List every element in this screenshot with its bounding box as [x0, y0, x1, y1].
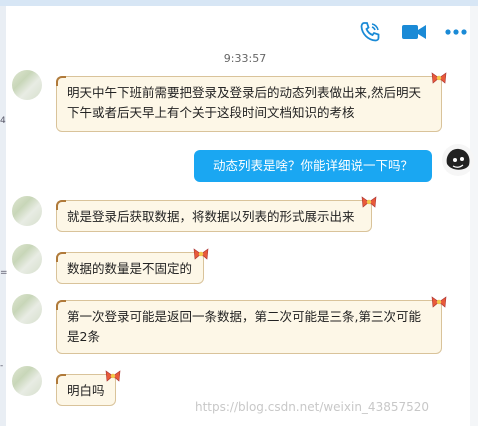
right-scroll-track[interactable] [470, 6, 478, 426]
sent-message-bubble[interactable]: 动态列表是啥？你能详细说一下吗？ [194, 150, 432, 182]
bubble-corner-decoration [56, 252, 66, 262]
message-bubble[interactable]: 第一次登录可能是返回一条数据，第二次可能是三条,第三次可能是2条 [56, 296, 447, 354]
message-text: 第一次登录可能是返回一条数据，第二次可能是三条,第三次可能是2条 [67, 309, 421, 344]
left-edge-panel: 4 = - [0, 6, 8, 426]
bubble-corner-decoration [56, 374, 66, 384]
bubble-corner-decoration [56, 76, 66, 86]
message-bubble[interactable]: 数据的数量是不固定的 [56, 248, 209, 284]
avatar[interactable] [12, 366, 42, 396]
avatar[interactable] [12, 294, 42, 324]
message-bubble[interactable]: 就是登录后获取数据，将数据以列表的形式展示出来 [56, 196, 377, 232]
message-timestamp: 9:33:57 [223, 52, 267, 65]
message-text: 数据的数量是不固定的 [67, 261, 193, 276]
bubble-corner-decoration [56, 300, 66, 310]
avatar[interactable] [12, 70, 42, 100]
window-top-strip [0, 0, 478, 6]
bow-icon [193, 248, 209, 260]
avatar[interactable] [12, 196, 42, 226]
bow-icon [361, 196, 377, 208]
watermark-text: https://blog.csdn.net/weixin_43857520 [195, 400, 430, 414]
edge-mark: - [0, 361, 4, 371]
message-text: 就是登录后获取数据，将数据以列表的形式展示出来 [67, 209, 355, 224]
bubble-corner-decoration [56, 200, 66, 210]
avatar[interactable] [12, 244, 42, 274]
bow-icon [431, 296, 447, 308]
message-text: 明天中午下班前需要把登录及登录后的动态列表做出来,然后明天下午或者后天早上有个关… [67, 85, 421, 120]
voice-call-button[interactable] [356, 18, 384, 46]
edge-mark: 4 [0, 116, 6, 126]
message-bubble[interactable]: 明白吗 [56, 370, 121, 406]
video-call-button[interactable] [400, 18, 428, 46]
bow-icon [105, 370, 121, 382]
message-text: 动态列表是啥？你能详细说一下吗？ [212, 158, 413, 173]
edge-mark: = [0, 268, 8, 278]
phone-icon [360, 22, 380, 42]
message-text: 明白吗 [67, 383, 105, 398]
more-icon [445, 29, 467, 35]
message-bubble[interactable]: 明天中午下班前需要把登录及登录后的动态列表做出来,然后明天下午或者后天早上有个关… [56, 72, 447, 132]
cartoon-avatar-icon [446, 148, 470, 170]
video-icon [402, 25, 426, 39]
more-options-button[interactable] [442, 18, 470, 46]
my-avatar[interactable] [442, 144, 474, 176]
bow-icon [431, 72, 447, 84]
